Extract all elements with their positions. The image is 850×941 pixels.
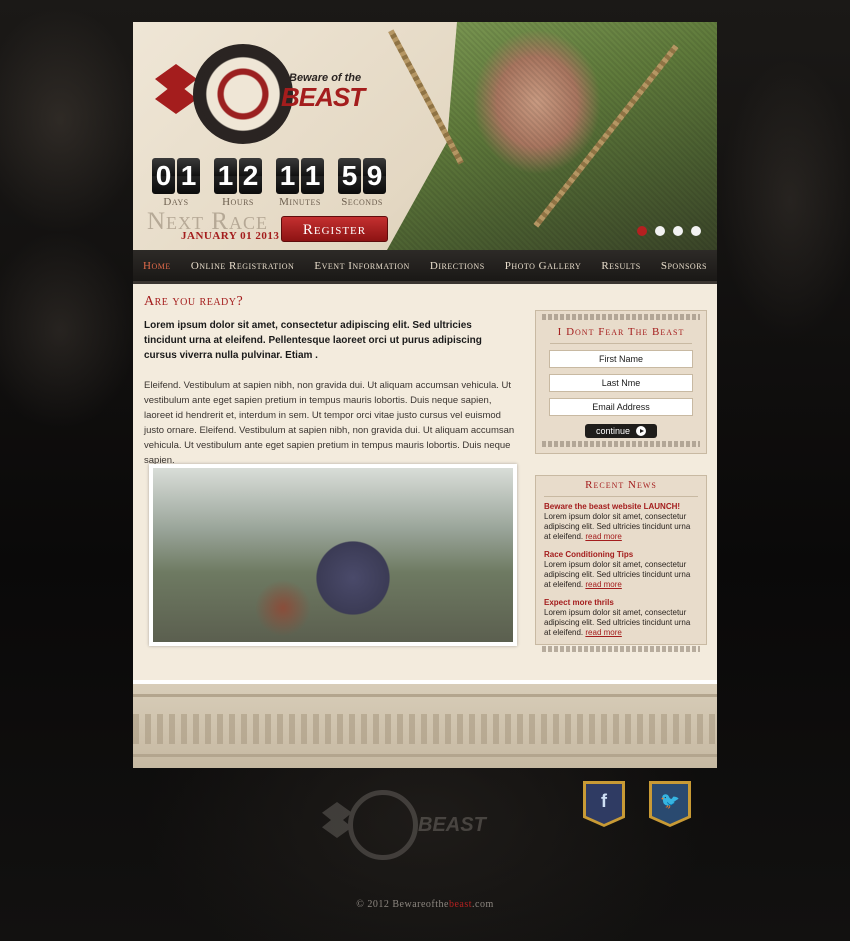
countdown-minutes: 1 1 Minutes [276,158,324,208]
last-name-field[interactable]: Last Nme [549,374,693,392]
read-more-link[interactable]: read more [585,532,621,541]
nav-sponsors[interactable]: Sponsors [661,260,707,272]
countdown-label: Days [163,196,189,208]
email-field[interactable]: Email Address [549,398,693,416]
logo-wordmark: BEAST [281,82,365,112]
article-photo [149,464,517,646]
recent-news: Recent News Beware the beast website LAU… [535,475,707,652]
page-wrapper: Beware of the BEAST 0 1 Days 1 2 Hours 1… [133,22,717,768]
greek-key-border [542,314,700,320]
twitter-link[interactable]: 🐦 [649,781,691,827]
greek-key-border [542,441,700,447]
twitter-icon: 🐦 [660,793,680,810]
countdown-label: Minutes [279,196,321,208]
slider-pagination [637,226,701,236]
news-item: Expect more thrils Lorem ipsum dolor sit… [536,598,706,638]
next-race-date: JANUARY 01 2013 [181,230,280,242]
slider-dot[interactable] [691,226,701,236]
play-icon [636,426,647,436]
countdown-digit: 2 [239,158,262,194]
news-item: Beware the beast website LAUNCH! Lorem i… [536,502,706,542]
social-links: f 🐦 [583,781,691,827]
site-logo[interactable]: Beware of the BEAST [153,42,378,150]
race-countdown: 0 1 Days 1 2 Hours 1 1 Minutes 5 9 Secon… [152,158,386,208]
nav-results[interactable]: Results [601,260,640,272]
nav-photo-gallery[interactable]: Photo Gallery [505,260,582,272]
countdown-seconds: 5 9 Seconds [338,158,386,208]
news-headline[interactable]: Expect more thrils [544,598,698,607]
news-text: Lorem ipsum dolor sit amet, consectetur … [544,512,698,542]
spartan-emblem-icon [193,44,293,144]
main-content: Are you ready? Lorem ipsum dolor sit ame… [133,284,717,680]
countdown-digit: 5 [338,158,361,194]
slider-dot[interactable] [655,226,665,236]
running-figures-band [133,714,717,744]
main-nav: Home Online Registration Event Informati… [133,250,717,284]
read-more-link[interactable]: read more [585,580,621,589]
countdown-digit: 1 [301,158,324,194]
countdown-digit: 1 [177,158,200,194]
news-text: Lorem ipsum dolor sit amet, consectetur … [544,608,698,638]
signup-title: I Dont Fear The Beast [550,323,692,344]
decorative-frieze [133,680,717,768]
copyright-suffix: .com [472,899,494,910]
frieze-line [133,694,717,697]
countdown-digit: 1 [276,158,299,194]
slider-dot[interactable] [673,226,683,236]
frieze-line [133,754,717,757]
signup-form: I Dont Fear The Beast First Name Last Nm… [535,310,707,454]
countdown-digit: 9 [363,158,386,194]
spartan-emblem-icon [348,790,418,860]
footer-logo[interactable]: BEAST [322,790,502,860]
article: Are you ready? Lorem ipsum dolor sit ame… [144,294,516,468]
continue-button[interactable]: continue [585,424,657,438]
read-more-link[interactable]: read more [585,628,621,637]
countdown-label: Seconds [341,196,383,208]
news-item: Race Conditioning Tips Lorem ipsum dolor… [536,550,706,590]
copyright: © 2012 Bewareofthebeast.com [0,899,850,910]
nav-event-information[interactable]: Event Information [314,260,409,272]
first-name-field[interactable]: First Name [549,350,693,368]
countdown-digit: 0 [152,158,175,194]
slider-dot[interactable] [637,226,647,236]
article-body: Eleifend. Vestibulum at sapien nibh, non… [144,380,515,466]
news-text: Lorem ipsum dolor sit amet, consectetur … [544,560,698,590]
news-title: Recent News [544,476,698,497]
facebook-icon: f [601,790,607,811]
news-headline[interactable]: Beware the beast website LAUNCH! [544,502,698,511]
greek-key-border [542,646,700,652]
axe-icon [155,64,197,114]
article-lead: Lorem ipsum dolor sit amet, consectetur … [144,320,482,361]
nav-online-registration[interactable]: Online Registration [191,260,295,272]
countdown-digit: 1 [214,158,237,194]
nav-home[interactable]: Home [143,260,171,272]
continue-label: continue [595,426,631,436]
countdown-days: 0 1 Days [152,158,200,208]
footer-wordmark: BEAST [418,814,486,836]
register-button[interactable]: Register [281,216,388,242]
copyright-brand: beast [448,899,472,910]
header: Beware of the BEAST 0 1 Days 1 2 Hours 1… [133,22,717,250]
facebook-link[interactable]: f [583,781,625,827]
news-headline[interactable]: Race Conditioning Tips [544,550,698,559]
article-heading: Are you ready? [144,294,244,309]
countdown-hours: 1 2 Hours [214,158,262,208]
countdown-label: Hours [222,196,254,208]
nav-directions[interactable]: Directions [430,260,485,272]
copyright-prefix: © 2012 Bewareofthe [356,899,449,910]
